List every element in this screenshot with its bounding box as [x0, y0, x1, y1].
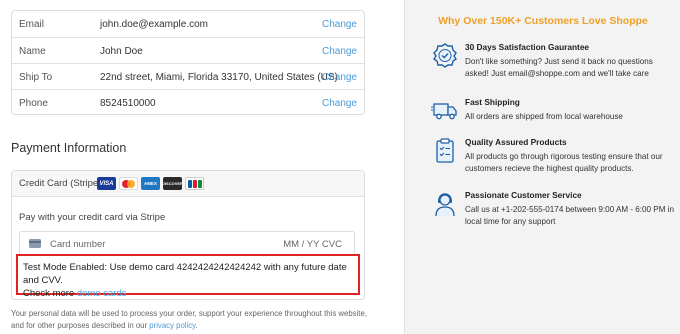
privacy-suffix: . — [195, 321, 198, 330]
privacy-notice: Your personal data will be used to proce… — [11, 308, 371, 332]
review-row-phone: Phone 8524510000 Change — [12, 89, 364, 115]
review-row-ship-to: Ship To 22nd street, Miami, Florida 3317… — [12, 63, 364, 89]
amex-logo-icon: AMEX — [141, 177, 160, 190]
change-name-link[interactable]: Change — [322, 46, 357, 57]
change-email-link[interactable]: Change — [322, 19, 357, 30]
feature-heading: Fast Shipping — [465, 97, 520, 107]
payment-method-box: Credit Card (Stripe) VISA AMEX DISCOVER … — [11, 170, 365, 300]
card-logos: VISA AMEX DISCOVER — [97, 177, 204, 190]
change-phone-link[interactable]: Change — [322, 98, 357, 109]
pay-instruction: Pay with your credit card via Stripe — [19, 212, 166, 223]
support-agent-icon — [435, 193, 455, 217]
test-mode-text: Test Mode Enabled: Use demo card 4242424… — [23, 262, 347, 286]
check-more-text: Check more — [23, 288, 77, 299]
feature-text: All products go through rigorous testing… — [465, 152, 663, 173]
review-label: Name — [19, 46, 46, 57]
review-label: Ship To — [19, 72, 53, 83]
clipboard-check-icon — [436, 138, 454, 163]
review-label: Email — [19, 19, 45, 30]
visa-logo-icon: VISA — [97, 177, 116, 190]
review-label: Phone — [19, 98, 48, 109]
feature-heading: 30 Days Satisfaction Gaurantee — [465, 42, 590, 52]
order-review-box: Email john.doe@example.com Change Name J… — [11, 10, 365, 115]
test-mode-notice: Test Mode Enabled: Use demo card 4242424… — [16, 254, 360, 299]
feature-text: Don't like something? Just send it back … — [465, 57, 653, 78]
privacy-policy-link[interactable]: privacy policy — [149, 321, 195, 330]
jcb-logo-icon — [185, 177, 204, 190]
review-value: john.doe@example.com — [100, 19, 208, 30]
payment-method-label: Credit Card (Stripe) — [19, 178, 102, 189]
delivery-truck-icon — [431, 103, 457, 120]
payment-information-heading: Payment Information — [11, 141, 127, 155]
review-value: 22nd street, Miami, Florida 33170, Unite… — [100, 72, 338, 83]
feature-heading: Quality Assured Products — [465, 137, 567, 147]
demo-cards-link[interactable]: demo cards — [77, 288, 127, 299]
mastercard-logo-icon — [119, 177, 138, 190]
card-number-placeholder: Card number — [50, 239, 106, 250]
trust-panel: Why Over 150K+ Customers Love Shoppe 30 … — [404, 0, 680, 334]
review-value: John Doe — [100, 46, 143, 57]
checkout-form-panel: Email john.doe@example.com Change Name J… — [0, 0, 404, 334]
feature-text: Call us at +1-202-555-0174 between 9:00 … — [465, 205, 674, 226]
credit-card-icon — [29, 239, 41, 248]
expiry-cvc-placeholder[interactable]: MM / YY CVC — [283, 239, 342, 250]
discover-logo-icon: DISCOVER — [163, 177, 182, 190]
trust-title: Why Over 150K+ Customers Love Shoppe — [438, 15, 648, 27]
card-number-input[interactable]: Card number MM / YY CVC — [19, 231, 355, 255]
review-row-name: Name John Doe Change — [12, 37, 364, 63]
badge-check-icon — [433, 43, 457, 68]
review-row-email: Email john.doe@example.com Change — [12, 11, 364, 37]
change-ship-to-link[interactable]: Change — [322, 72, 357, 83]
payment-method-header[interactable]: Credit Card (Stripe) VISA AMEX DISCOVER — [12, 171, 364, 197]
feature-text: All orders are shipped from local wareho… — [465, 112, 623, 121]
review-value: 8524510000 — [100, 98, 156, 109]
feature-heading: Passionate Customer Service — [465, 190, 582, 200]
